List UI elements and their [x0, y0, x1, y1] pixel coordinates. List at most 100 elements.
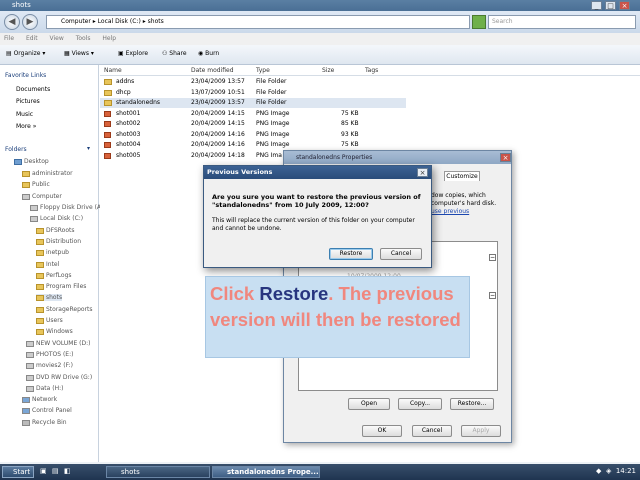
quick-launch-icon[interactable]: ▣ [40, 467, 47, 475]
tree-dfsroots[interactable]: DFSRoots [36, 227, 75, 234]
menu-tools[interactable]: Tools [76, 35, 91, 42]
start-button[interactable]: Start [2, 466, 34, 478]
file-name: standalonedns [116, 99, 161, 106]
previous-versions-title-bar[interactable]: Previous Versions [204, 166, 431, 179]
file-row[interactable]: shot002 20/04/2009 14:15 PNG Image 85 KB [100, 119, 640, 129]
menu-help[interactable]: Help [102, 35, 116, 42]
cancel-button[interactable]: Cancel [412, 425, 452, 437]
more-link[interactable]: More » [16, 123, 36, 130]
tray-icon[interactable]: ◆ [596, 467, 601, 475]
file-type: PNG Ima [256, 152, 282, 159]
tree-public[interactable]: Public [22, 181, 50, 188]
tree-users[interactable]: Users [36, 317, 63, 324]
folders-collapse-icon[interactable]: ▾ [87, 145, 90, 152]
col-size[interactable]: Size [322, 67, 334, 74]
organize-button[interactable]: ▤ Organize ▾ [6, 50, 45, 57]
file-name: dhcp [116, 89, 131, 96]
tree-intel[interactable]: Intel [36, 261, 59, 268]
explorer-title-bar[interactable]: shots _ □ × [0, 0, 640, 11]
tab-customize[interactable]: Customize [444, 171, 480, 181]
dialog-close-button[interactable]: × [417, 168, 428, 177]
tree-administrator[interactable]: administrator [22, 170, 73, 177]
favorite-music[interactable]: Music [16, 111, 33, 118]
folders-heading[interactable]: Folders [5, 146, 27, 153]
col-type[interactable]: Type [256, 67, 270, 74]
favorite-pictures[interactable]: Pictures [16, 98, 40, 105]
share-button[interactable]: ⚇ Share [162, 50, 187, 57]
tree-network[interactable]: Network [22, 396, 57, 403]
favorite-links-heading: Favorite Links [5, 72, 47, 79]
ok-button[interactable]: OK [362, 425, 402, 437]
tree-data[interactable]: Data (H:) [26, 385, 63, 392]
tree-storagereports[interactable]: StorageReports [36, 306, 93, 313]
tree-control-panel[interactable]: Control Panel [22, 407, 72, 414]
expand-icon[interactable]: − [489, 254, 496, 261]
clock[interactable]: 14:21 [616, 467, 636, 475]
tree-photos[interactable]: PHOTOS (E:) [26, 351, 73, 358]
tree-dvd-drive[interactable]: DVD RW Drive (G:) [26, 374, 92, 381]
breadcrumb-shots[interactable]: shots [148, 18, 164, 25]
tree-distribution[interactable]: Distribution [36, 238, 81, 245]
file-name: shot005 [116, 152, 141, 159]
tree-shots[interactable]: shots [36, 294, 63, 301]
props-text-1: dow copies, which [431, 192, 486, 199]
col-name[interactable]: Name [104, 67, 122, 74]
open-button[interactable]: Open [348, 398, 390, 410]
tree-perflogs[interactable]: PerfLogs [36, 272, 72, 279]
address-field[interactable]: Computer ▸ Local Disk (C:) ▸ shots [46, 15, 470, 29]
tree-windows[interactable]: Windows [36, 328, 73, 335]
search-input[interactable]: Search [488, 15, 636, 29]
taskbar: Start ▣ ▤ ◧ shots standalonedns Prope...… [0, 464, 640, 480]
views-button[interactable]: ▦ Views ▾ [64, 50, 94, 57]
restore-button[interactable]: Restore [329, 248, 373, 260]
file-row[interactable]: shot001 20/04/2009 14:15 PNG Image 75 KB [100, 109, 640, 119]
props-link[interactable]: use previous [431, 208, 469, 215]
expand-icon[interactable]: − [489, 292, 496, 299]
tree-floppy[interactable]: Floppy Disk Drive (A:) [30, 204, 105, 211]
restore-ellipsis-button[interactable]: Restore... [450, 398, 494, 410]
column-headers: Name Date modified Type Size Tags [100, 65, 640, 76]
file-row[interactable]: addns 23/04/2009 13:57 File Folder [100, 77, 640, 87]
back-button[interactable]: ◀ [4, 14, 20, 30]
breadcrumb-computer[interactable]: Computer [61, 18, 91, 25]
refresh-icon[interactable] [472, 15, 486, 29]
burn-button[interactable]: ◉ Burn [198, 50, 219, 57]
previous-versions-dialog: Previous Versions × Are you sure you wan… [203, 165, 432, 268]
tree-program-files[interactable]: Program Files [36, 283, 86, 290]
menu-file[interactable]: File [4, 35, 14, 42]
close-button[interactable]: × [619, 1, 630, 10]
explore-button[interactable]: ▣ Explore [118, 50, 148, 57]
apply-button[interactable]: Apply [461, 425, 501, 437]
taskbar-item-properties[interactable]: standalonedns Prope... [212, 466, 320, 478]
file-size: 93 KB [341, 131, 359, 138]
tree-local-disk[interactable]: Local Disk (C:) [30, 215, 83, 222]
file-row[interactable]: shot003 20/04/2009 14:16 PNG Image 93 KB [100, 130, 640, 140]
quick-launch-icon[interactable]: ◧ [64, 467, 71, 475]
tree-new-volume[interactable]: NEW VOLUME (D:) [26, 340, 90, 347]
file-date: 20/04/2009 14:15 [191, 110, 245, 117]
properties-title-bar[interactable]: standalonedns Properties [284, 151, 511, 164]
maximize-button[interactable]: □ [605, 1, 616, 10]
favorite-documents[interactable]: Documents [16, 86, 50, 93]
breadcrumb-local-disk[interactable]: Local Disk (C:) [98, 18, 141, 25]
tree-movies2[interactable]: movies2 (F:) [26, 362, 73, 369]
tree-recycle-bin[interactable]: Recycle Bin [22, 419, 67, 426]
tree-inetpub[interactable]: inetpub [36, 249, 69, 256]
dialog-cancel-button[interactable]: Cancel [380, 248, 422, 260]
file-row[interactable]: shot004 20/04/2009 14:16 PNG Image 75 KB [100, 140, 640, 150]
col-tags[interactable]: Tags [365, 67, 378, 74]
tree-computer[interactable]: Computer [22, 193, 62, 200]
minimize-button[interactable]: _ [591, 1, 602, 10]
tree-desktop[interactable]: Desktop [14, 158, 49, 165]
col-date[interactable]: Date modified [191, 67, 234, 74]
forward-button[interactable]: ▶ [22, 14, 38, 30]
file-row-selected[interactable]: standalonedns 23/04/2009 13:57 File Fold… [100, 98, 406, 108]
quick-launch-icon[interactable]: ▤ [52, 467, 59, 475]
menu-view[interactable]: View [50, 35, 64, 42]
tray-icon[interactable]: ◈ [606, 467, 611, 475]
properties-close-button[interactable]: × [500, 153, 511, 162]
menu-edit[interactable]: Edit [26, 35, 38, 42]
taskbar-item-shots[interactable]: shots [106, 466, 210, 478]
file-row[interactable]: dhcp 13/07/2009 10:51 File Folder [100, 88, 640, 98]
copy-button[interactable]: Copy... [398, 398, 442, 410]
